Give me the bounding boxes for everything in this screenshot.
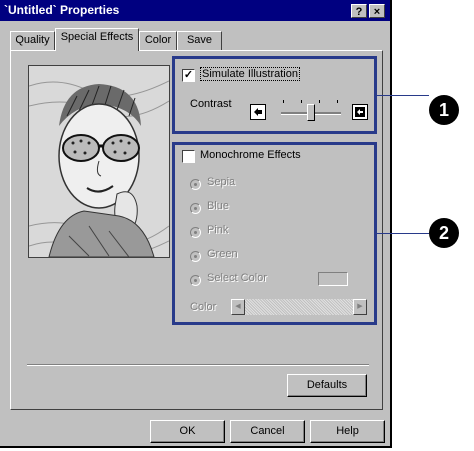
callout-1-badge: 1	[429, 95, 459, 125]
contrast-label: Contrast	[190, 98, 232, 110]
slider-tick	[319, 100, 320, 103]
window-title: `Untitled` Properties	[4, 3, 120, 17]
radio-sepia-label: Sepia	[207, 176, 236, 188]
slider-tick	[283, 100, 284, 103]
tab-quality-label: Quality	[15, 34, 50, 46]
help-button[interactable]: Help	[310, 420, 385, 443]
contrast-low-icon[interactable]	[250, 104, 266, 120]
radio-select-color[interactable]	[190, 275, 201, 286]
properties-dialog: `Untitled` Properties ? × Quality Specia…	[0, 0, 392, 448]
monochrome-effects-checkbox[interactable]	[182, 150, 195, 163]
select-color-swatch[interactable]	[318, 272, 348, 286]
preview-image	[28, 65, 170, 258]
simulate-illustration-label: Simulate Illustration	[200, 67, 300, 81]
title-bar: `Untitled` Properties ? ×	[0, 0, 390, 21]
tab-color-label: Color	[144, 34, 172, 46]
contrast-high-icon[interactable]	[352, 104, 368, 120]
tab-quality[interactable]: Quality	[10, 31, 55, 51]
callout-1-line	[377, 95, 429, 96]
radio-pink[interactable]	[190, 227, 201, 238]
tab-special-effects[interactable]: Special Effects	[55, 28, 139, 51]
tab-save[interactable]: Save	[177, 31, 222, 51]
scroll-right-icon[interactable]: ▶	[353, 299, 367, 315]
simulate-illustration-checkbox[interactable]: ✓	[182, 69, 195, 82]
radio-select-color-label: Select Color	[207, 272, 267, 284]
radio-green-label: Green	[207, 248, 238, 260]
monochrome-effects-label: Monochrome Effects	[200, 149, 301, 161]
radio-sepia[interactable]	[190, 179, 201, 190]
ok-button[interactable]: OK	[150, 420, 225, 443]
close-title-button[interactable]: ×	[369, 4, 385, 18]
radio-pink-label: Pink	[207, 224, 229, 236]
contrast-slider-thumb[interactable]	[307, 104, 315, 121]
radio-green[interactable]	[190, 251, 201, 262]
color-label: Color	[190, 301, 217, 313]
radio-blue-label: Blue	[207, 200, 230, 212]
slider-tick	[337, 100, 338, 103]
radio-blue[interactable]	[190, 203, 201, 214]
scroll-left-icon[interactable]: ◀	[231, 299, 245, 315]
color-scrollbar[interactable]: ◀ ▶	[231, 299, 367, 315]
monochrome-group-frame	[172, 142, 377, 325]
callout-2-line	[377, 233, 429, 234]
slider-tick	[301, 100, 302, 103]
help-title-button[interactable]: ?	[351, 4, 367, 18]
cancel-button[interactable]: Cancel	[230, 420, 305, 443]
child-sketch-image	[29, 66, 169, 257]
tab-special-effects-label: Special Effects	[60, 31, 134, 43]
defaults-button[interactable]: Defaults	[287, 374, 367, 397]
callout-2-badge: 2	[429, 218, 459, 248]
panel-separator	[27, 364, 369, 366]
tab-color[interactable]: Color	[139, 31, 177, 51]
tab-save-label: Save	[186, 34, 213, 46]
